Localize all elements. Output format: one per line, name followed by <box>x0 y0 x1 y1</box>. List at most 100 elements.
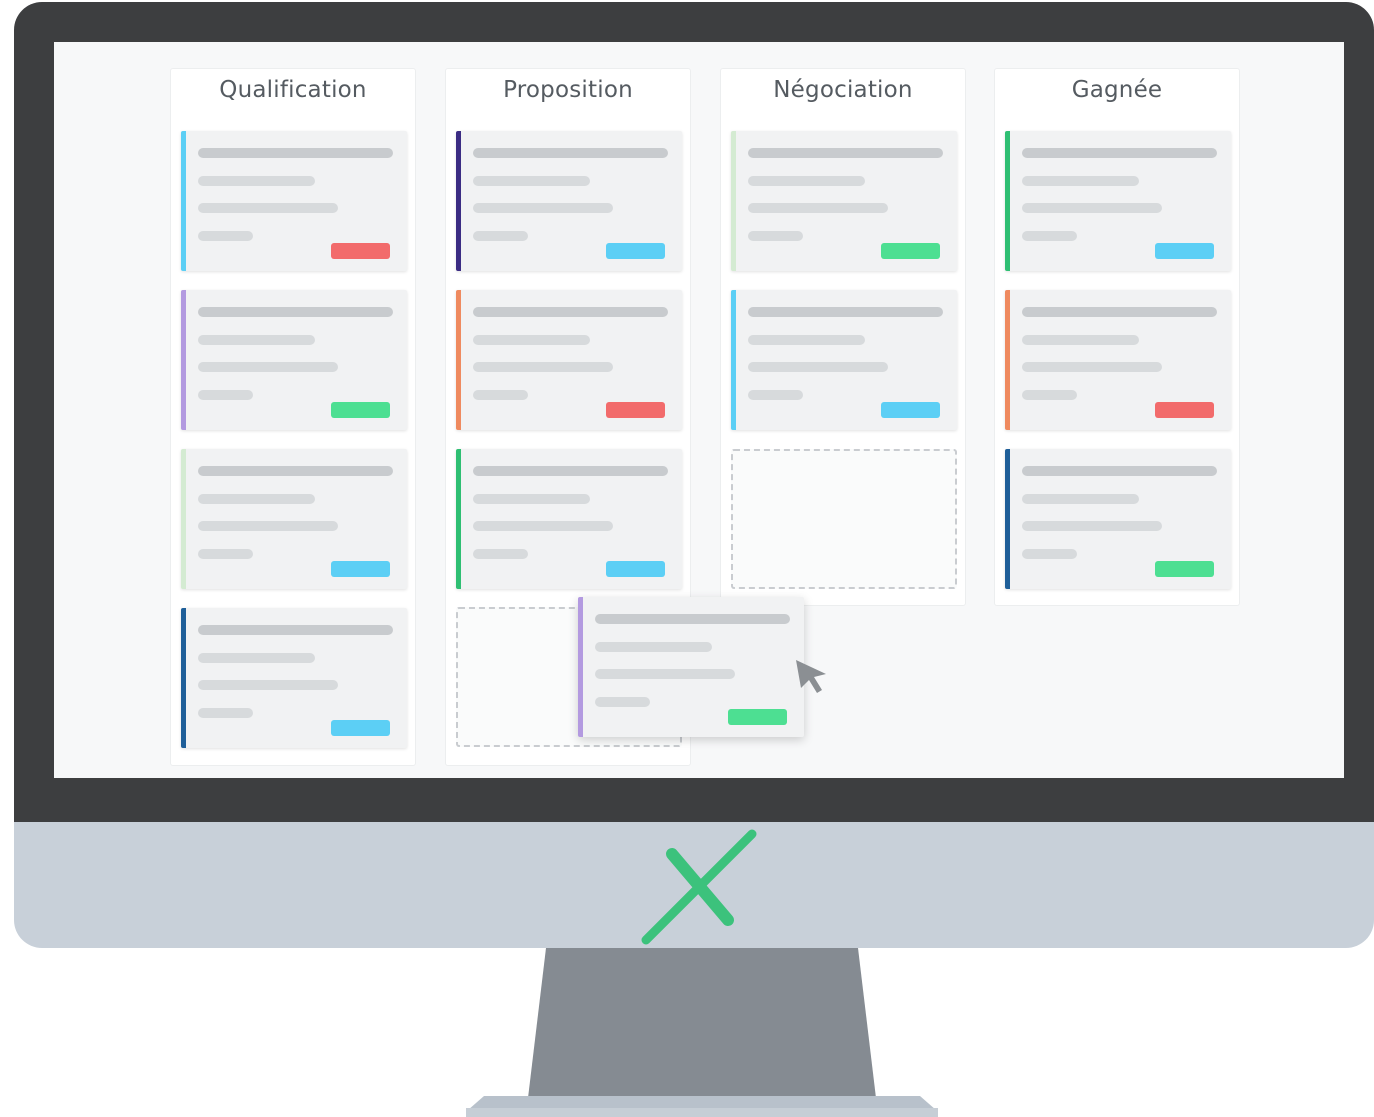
card-tag <box>606 402 665 418</box>
card-tag <box>728 709 787 725</box>
dragged-deal-card[interactable] <box>578 597 804 737</box>
card-tag <box>606 243 665 259</box>
card-title-placeholder <box>748 307 943 317</box>
card-line-placeholder <box>473 176 590 186</box>
card-title-placeholder <box>198 625 393 635</box>
card-line-placeholder <box>1022 494 1139 504</box>
card-line-placeholder <box>748 203 888 213</box>
deal-card[interactable] <box>181 449 407 589</box>
deal-card[interactable] <box>731 290 957 430</box>
card-tag <box>1155 243 1214 259</box>
card-line-placeholder <box>198 680 338 690</box>
column-negociation: Négociation <box>720 68 966 606</box>
card-tag <box>331 561 390 577</box>
card-tag <box>881 402 940 418</box>
column-gagnee: Gagnée <box>994 68 1240 606</box>
card-tag <box>1155 561 1214 577</box>
card-line-placeholder <box>473 521 613 531</box>
card-line-placeholder <box>198 176 315 186</box>
card-line-placeholder <box>198 549 253 559</box>
card-line-placeholder <box>198 494 315 504</box>
card-title-placeholder <box>473 466 668 476</box>
card-title-placeholder <box>198 307 393 317</box>
card-accent <box>1005 449 1010 589</box>
deal-card[interactable] <box>1005 449 1231 589</box>
card-tag <box>606 561 665 577</box>
card-title-placeholder <box>198 148 393 158</box>
kanban-screen: Qualification Proposition Négociation Ga… <box>54 42 1344 778</box>
card-line-placeholder <box>1022 203 1162 213</box>
card-line-placeholder <box>748 335 865 345</box>
card-line-placeholder <box>473 362 613 372</box>
deal-card[interactable] <box>181 290 407 430</box>
card-line-placeholder <box>198 231 253 241</box>
card-accent <box>1005 131 1010 271</box>
card-tag <box>331 402 390 418</box>
arrow-cursor-icon <box>796 660 826 693</box>
column-qualification: Qualification <box>170 68 416 766</box>
card-line-placeholder <box>1022 521 1162 531</box>
card-accent <box>456 131 461 271</box>
card-title-placeholder <box>1022 148 1217 158</box>
card-line-placeholder <box>748 231 803 241</box>
card-line-placeholder <box>473 231 528 241</box>
card-line-placeholder <box>1022 549 1077 559</box>
card-line-placeholder <box>198 335 315 345</box>
card-title-placeholder <box>198 466 393 476</box>
card-title-placeholder <box>748 148 943 158</box>
card-line-placeholder <box>595 697 650 707</box>
deal-card[interactable] <box>1005 290 1231 430</box>
card-accent <box>456 449 461 589</box>
card-title-placeholder <box>473 307 668 317</box>
x-logo-icon <box>641 829 757 945</box>
card-accent <box>456 290 461 430</box>
card-line-placeholder <box>595 669 735 679</box>
card-accent <box>731 131 736 271</box>
card-line-placeholder <box>595 642 712 652</box>
card-line-placeholder <box>198 203 338 213</box>
card-accent <box>578 597 583 737</box>
card-tag <box>881 243 940 259</box>
card-line-placeholder <box>473 203 613 213</box>
card-line-placeholder <box>198 708 253 718</box>
card-accent <box>731 290 736 430</box>
card-title-placeholder <box>1022 466 1217 476</box>
card-line-placeholder <box>198 390 253 400</box>
card-line-placeholder <box>748 390 803 400</box>
card-line-placeholder <box>198 521 338 531</box>
card-line-placeholder <box>198 653 315 663</box>
card-title-placeholder <box>1022 307 1217 317</box>
deal-card[interactable] <box>181 608 407 748</box>
column-title: Négociation <box>773 77 913 103</box>
deal-card[interactable] <box>456 290 682 430</box>
card-accent <box>1005 290 1010 430</box>
column-title: Gagnée <box>1071 77 1163 103</box>
card-title-placeholder <box>473 148 668 158</box>
card-line-placeholder <box>473 549 528 559</box>
card-line-placeholder <box>473 390 528 400</box>
card-line-placeholder <box>1022 362 1162 372</box>
deal-card[interactable] <box>456 131 682 271</box>
drop-placeholder[interactable] <box>731 449 957 589</box>
deal-card[interactable] <box>181 131 407 271</box>
card-accent <box>181 290 186 430</box>
deal-card[interactable] <box>456 449 682 589</box>
card-accent <box>181 449 186 589</box>
card-line-placeholder <box>748 176 865 186</box>
card-line-placeholder <box>1022 176 1139 186</box>
column-title: Qualification <box>219 77 367 103</box>
deal-card[interactable] <box>731 131 957 271</box>
card-line-placeholder <box>473 494 590 504</box>
card-line-placeholder <box>748 362 888 372</box>
deal-card[interactable] <box>1005 131 1231 271</box>
card-line-placeholder <box>198 362 338 372</box>
card-line-placeholder <box>1022 231 1077 241</box>
card-title-placeholder <box>595 614 790 624</box>
card-tag <box>331 720 390 736</box>
monitor-illustration: Qualification Proposition Négociation Ga… <box>0 0 1374 1117</box>
card-line-placeholder <box>1022 335 1139 345</box>
card-accent <box>181 608 186 748</box>
card-line-placeholder <box>1022 390 1077 400</box>
card-tag <box>331 243 390 259</box>
column-title: Proposition <box>503 77 633 103</box>
